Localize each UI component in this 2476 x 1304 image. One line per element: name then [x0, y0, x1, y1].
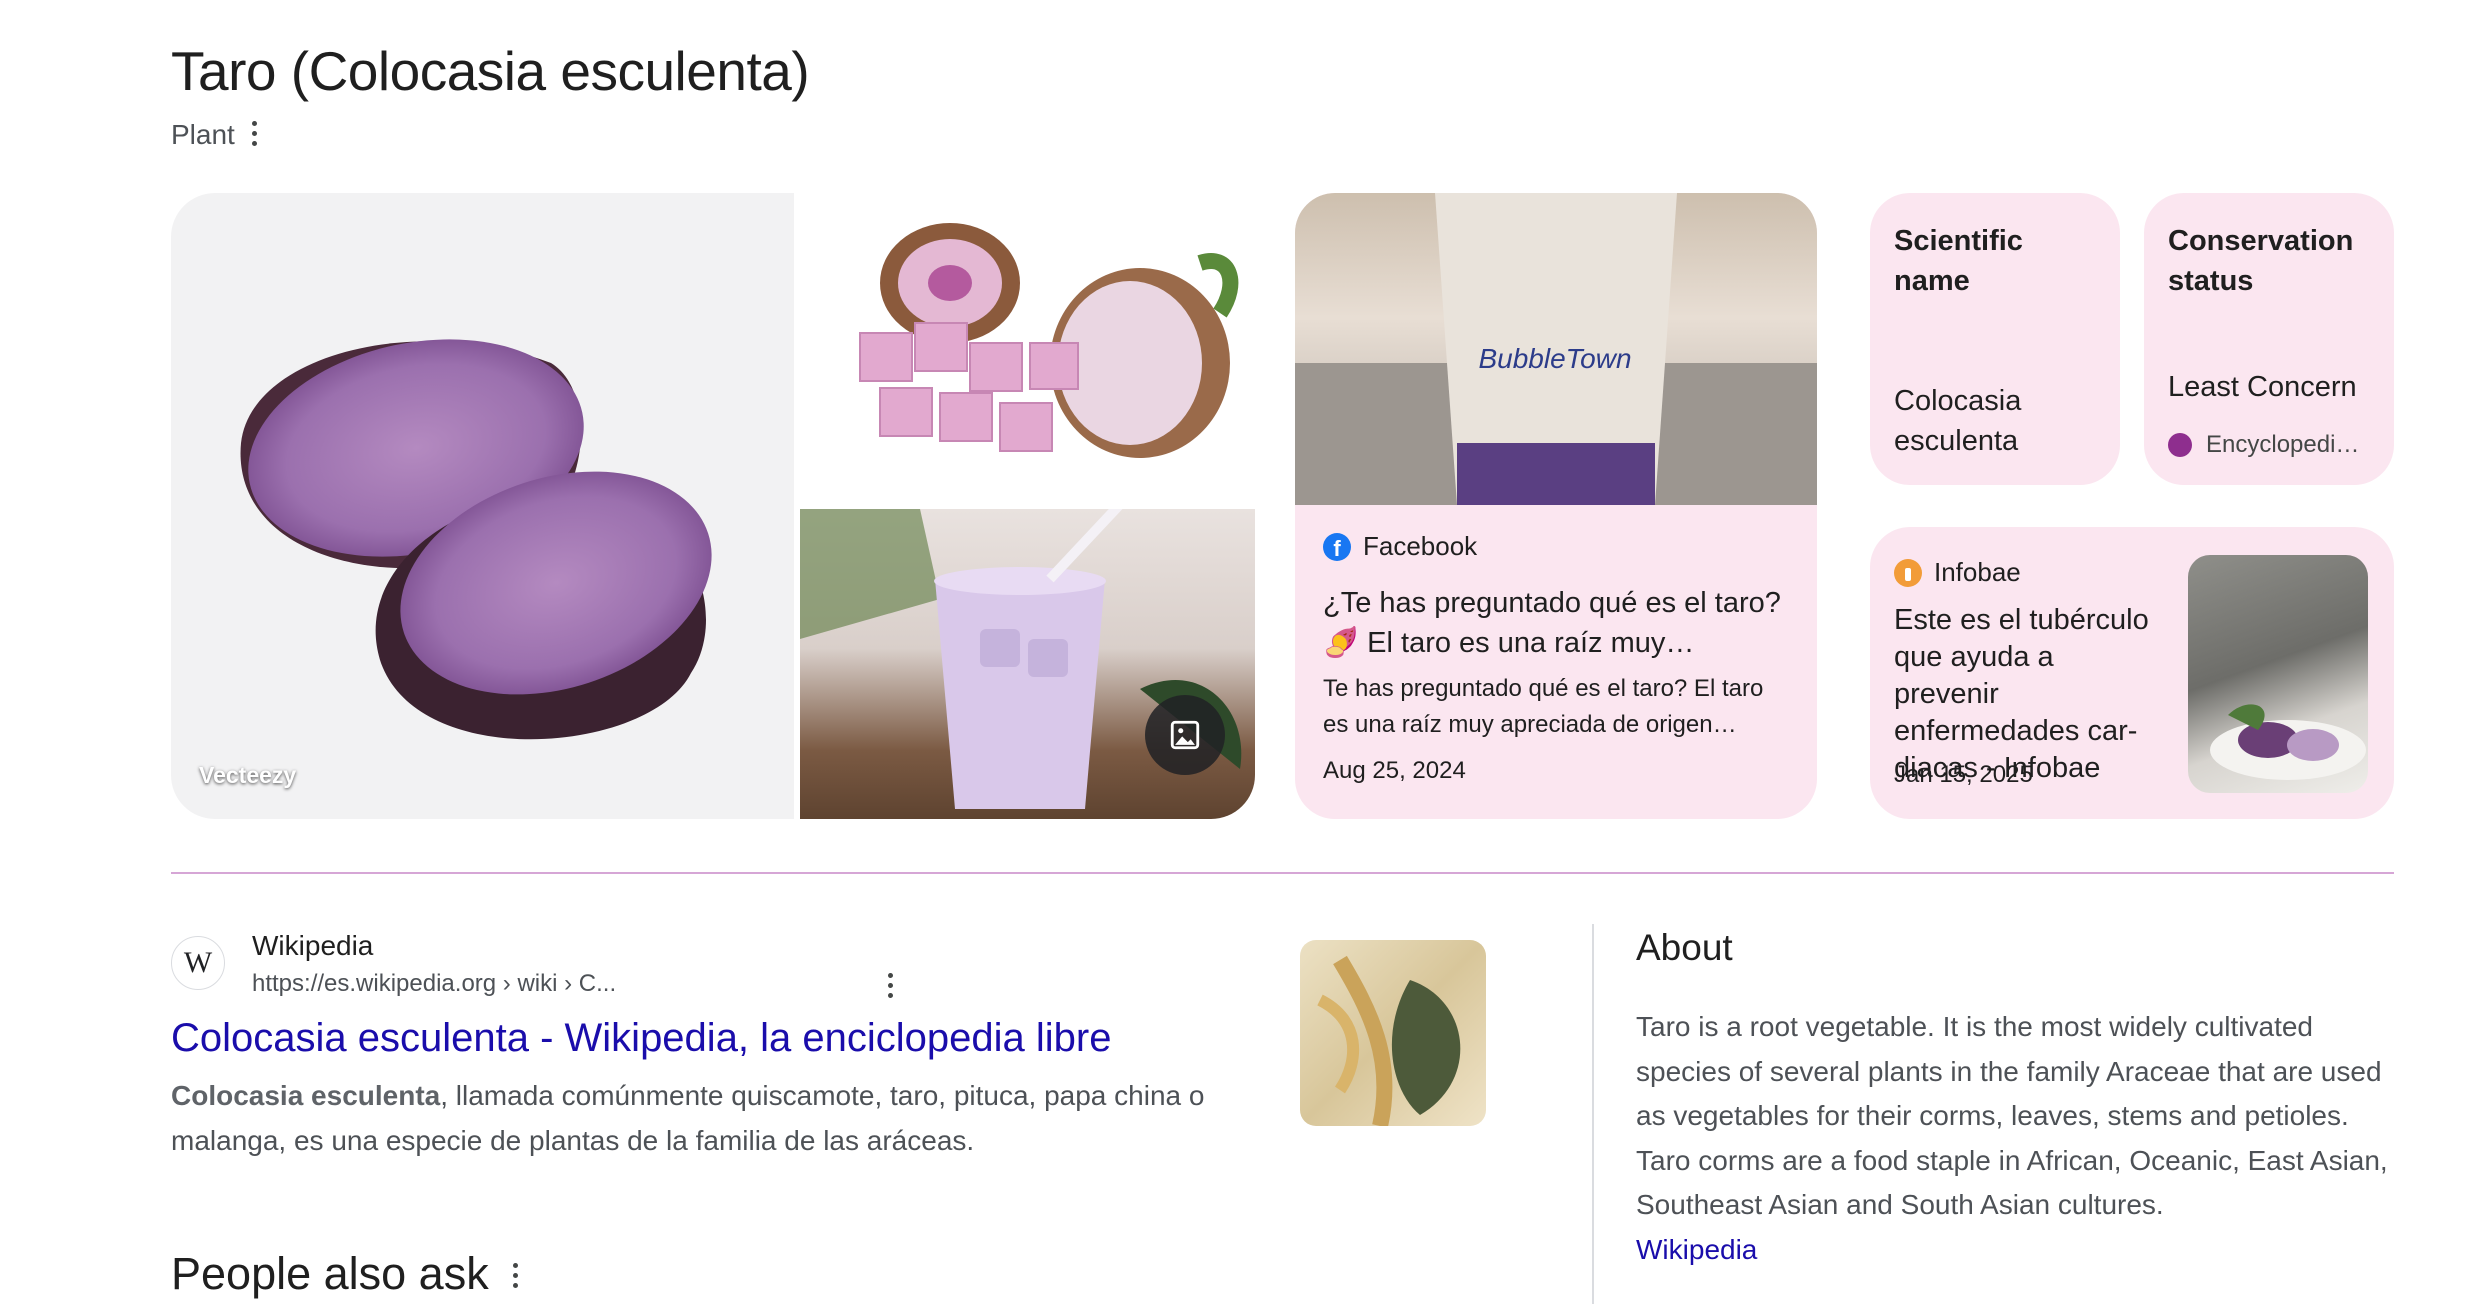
- result-thumbnail[interactable]: [1300, 940, 1486, 1126]
- kebab-icon[interactable]: [880, 968, 900, 1002]
- image-icon[interactable]: [1145, 695, 1225, 775]
- section-divider: [171, 872, 2394, 874]
- article-thumbnail: [2188, 555, 2368, 793]
- post-headline[interactable]: ¿Te has preguntado qué es el taro? 🍠 El …: [1323, 583, 1793, 663]
- fact-value: Colocasia esculenta: [1894, 385, 2022, 457]
- taro-drink-image[interactable]: [800, 495, 1255, 819]
- about-text: Taro is a root vegetable. It is the most…: [1636, 1011, 2388, 1220]
- globe-icon: [2168, 433, 2192, 457]
- facebook-post-card[interactable]: BubbleTown f Facebook ¿Te has preguntado…: [1295, 193, 1817, 819]
- fact-source[interactable]: Encyclopedi…: [2168, 431, 2359, 459]
- page-title: Taro (Colocasia esculenta): [171, 40, 810, 102]
- infobae-article-card[interactable]: Infobae Este es el tubérculo que ayuda a…: [1870, 527, 2394, 819]
- fact-value: Least Concern: [2168, 371, 2357, 403]
- result-snippet: Colocasia esculenta, llamada comúnmente …: [171, 1073, 1281, 1163]
- about-description: Taro is a root vegetable. It is the most…: [1636, 1005, 2396, 1272]
- result-url[interactable]: https://es.wikipedia.org › wiki › C...: [252, 970, 616, 998]
- result-site-name[interactable]: Wikipedia: [252, 930, 373, 962]
- post-date: Aug 25, 2024: [1323, 757, 1466, 784]
- article-date: Jan 15, 2025: [1894, 761, 2033, 788]
- image-credit: Vecteezy: [199, 762, 297, 788]
- entity-type: Plant: [171, 119, 235, 150]
- about-source-link[interactable]: Wikipedia: [1636, 1234, 1757, 1265]
- kebab-icon[interactable]: [244, 116, 264, 150]
- cup-brand-text: BubbleTown: [1478, 343, 1631, 374]
- source-name: Infobae: [1934, 557, 2021, 587]
- fact-label: Conservation status: [2168, 225, 2354, 297]
- column-divider: [1592, 924, 1594, 1304]
- kebab-icon[interactable]: [505, 1258, 525, 1292]
- source-row: f Facebook: [1323, 531, 1477, 562]
- post-snippet: Te has preguntado qué es el taro? El tar…: [1323, 675, 1764, 738]
- fact-source-name: Encyclopedi…: [2206, 431, 2360, 458]
- result-title-link[interactable]: Colocasia esculenta - Wikipedia, la enci…: [171, 1012, 1112, 1064]
- about-heading: About: [1636, 927, 1733, 968]
- article-headline[interactable]: Este es el tubérculo que ayuda a preveni…: [1894, 602, 2164, 787]
- taro-root-image[interactable]: Vecteezy: [171, 193, 794, 819]
- bubble-tea-image: BubbleTown: [1295, 193, 1817, 505]
- snippet-bold: Colocasia esculenta: [171, 1080, 441, 1111]
- infobae-icon: [1894, 558, 1922, 587]
- image-gallery: Vecteezy: [171, 193, 1255, 819]
- taro-root-illustration: [240, 339, 712, 740]
- source-row: Infobae: [1894, 557, 2021, 588]
- fact-card-scientific-name[interactable]: Scientific name Colocasia esculenta: [1870, 193, 2120, 485]
- taro-cubes-image[interactable]: [800, 193, 1255, 503]
- taro-cubes-illustration: [859, 223, 1239, 458]
- fact-card-conservation-status[interactable]: Conservation status Least Concern Encycl…: [2144, 193, 2394, 485]
- fact-label: Scientific name: [1894, 225, 2023, 297]
- facebook-icon: f: [1323, 532, 1351, 561]
- source-name: Facebook: [1363, 531, 1478, 561]
- wikipedia-icon: W: [171, 936, 225, 990]
